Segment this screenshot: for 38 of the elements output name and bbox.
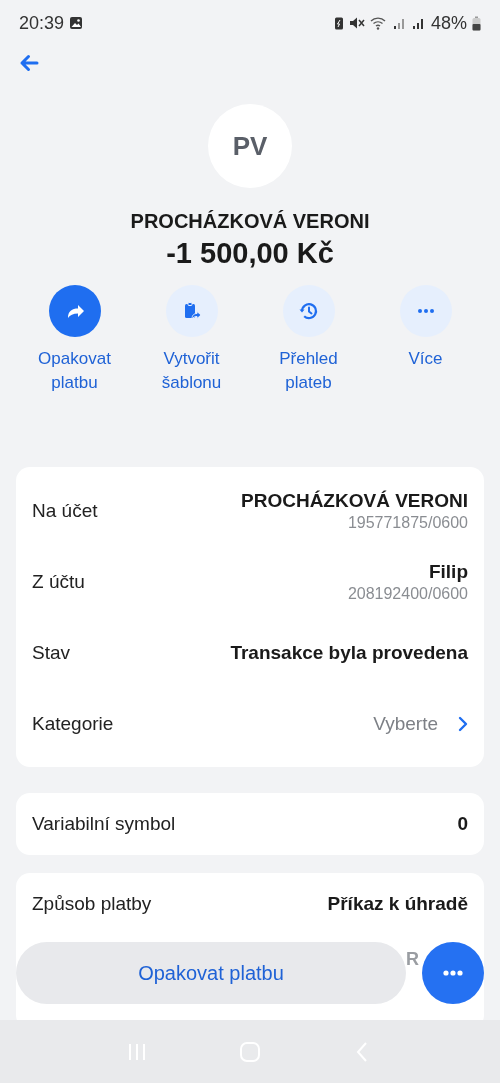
mute-icon [348,16,365,30]
back-button[interactable] [19,54,39,72]
chevron-right-icon [458,715,468,732]
more-dots-icon [442,969,464,977]
repeat-payment-button[interactable]: Opakovat platbu [16,942,406,1004]
row-label: Z účtu [32,570,85,593]
action-label[interactable]: Přehled plateb [263,347,354,395]
row-label: Variabilní symbol [32,813,176,835]
status-time: 20:39 [19,12,65,34]
row-label: Stav [32,641,71,664]
row-value: PROCHÁZKOVÁ VERONI [241,489,468,512]
action-button[interactable] [48,285,101,337]
action-label[interactable]: Více [380,347,471,371]
row-value: Filip [428,560,468,583]
account-number: 208192400/0600 [347,584,468,603]
row-value: Transakce byla provedena [230,641,468,664]
back-arrow-icon [19,54,39,72]
payee-name: PROCHÁZKOVÁ VERONI [130,210,370,233]
row-label: Způsob platby [32,893,152,915]
signal-icon [411,16,426,30]
row-value: 0 [457,813,468,835]
row-value: Příkaz k úhradě [327,893,468,915]
image-icon [69,16,84,30]
signal-icon [392,16,407,30]
row-label: Kategorie [32,712,114,735]
wifi-icon [369,16,388,30]
payment-amount: -1 500,00 Kč [166,237,334,270]
more-dots-icon [417,309,434,313]
battery-saver-icon [333,16,344,30]
action-label[interactable]: Opakovat platbu [29,347,120,395]
action-label[interactable]: Vytvořit šablonu [146,347,237,395]
avatar-initials: PV [208,104,292,188]
row-label: Na účet [32,499,98,522]
category-select[interactable]: Vyberte [373,712,468,735]
account-number: 195771875/0600 [347,513,468,532]
battery-icon [472,15,481,31]
row-value: R [406,949,419,970]
battery-percent: 48% [430,12,467,34]
